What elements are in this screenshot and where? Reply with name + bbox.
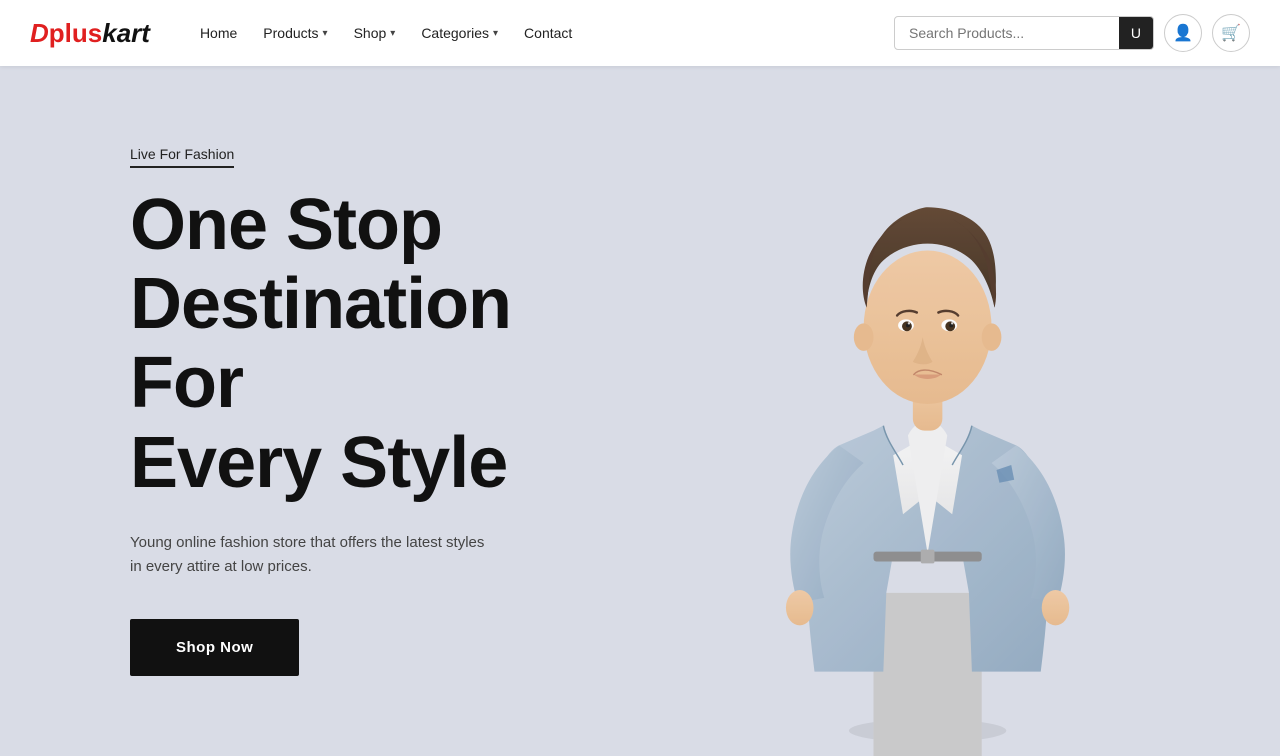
navbar: Dpluskart Home Products ▾ Shop ▾ Categor… xyxy=(0,0,1280,66)
search-button[interactable]: U xyxy=(1119,17,1153,49)
logo[interactable]: Dpluskart xyxy=(30,18,150,49)
hero-section: Live For Fashion One Stop Destination Fo… xyxy=(0,66,1280,756)
user-button[interactable]: 👤 xyxy=(1164,14,1202,52)
nav-products[interactable]: Products ▾ xyxy=(253,19,337,47)
hero-figure xyxy=(576,66,1280,756)
cart-button[interactable]: 🛒 xyxy=(1212,14,1250,52)
logo-kart: kart xyxy=(102,18,150,48)
nav-categories[interactable]: Categories ▾ xyxy=(411,19,508,47)
user-icon: 👤 xyxy=(1173,23,1193,43)
nav-contact[interactable]: Contact xyxy=(514,19,582,47)
shop-now-button[interactable]: Shop Now xyxy=(130,619,299,676)
hero-title-line2: Destination For xyxy=(130,264,511,423)
hero-title-line1: One Stop xyxy=(130,185,442,265)
hero-description: Young online fashion store that offers t… xyxy=(130,531,500,579)
nav-home[interactable]: Home xyxy=(190,19,247,47)
shop-chevron-icon: ▾ xyxy=(390,28,395,39)
hero-content: Live For Fashion One Stop Destination Fo… xyxy=(0,66,620,756)
nav-shop-label: Shop xyxy=(354,25,387,41)
nav-links: Home Products ▾ Shop ▾ Categories ▾ Cont… xyxy=(190,19,894,47)
search-input[interactable] xyxy=(895,17,1119,49)
nav-products-label: Products xyxy=(263,25,318,41)
products-chevron-icon: ▾ xyxy=(323,28,328,39)
nav-categories-label: Categories xyxy=(421,25,489,41)
hero-subtitle: Live For Fashion xyxy=(130,146,234,168)
nav-contact-label: Contact xyxy=(524,25,572,41)
cart-icon: 🛒 xyxy=(1221,23,1241,43)
search-bar: U xyxy=(894,16,1154,50)
nav-home-label: Home xyxy=(200,25,237,41)
hero-person-svg xyxy=(721,101,1134,756)
logo-plus: plus xyxy=(49,18,102,48)
hero-title-line3: Every Style xyxy=(130,423,507,503)
hero-title: One Stop Destination For Every Style xyxy=(130,186,620,503)
nav-shop[interactable]: Shop ▾ xyxy=(344,19,406,47)
logo-d: D xyxy=(30,18,49,48)
search-icon: U xyxy=(1131,25,1141,41)
hero-image-area xyxy=(576,66,1280,756)
categories-chevron-icon: ▾ xyxy=(493,28,498,39)
